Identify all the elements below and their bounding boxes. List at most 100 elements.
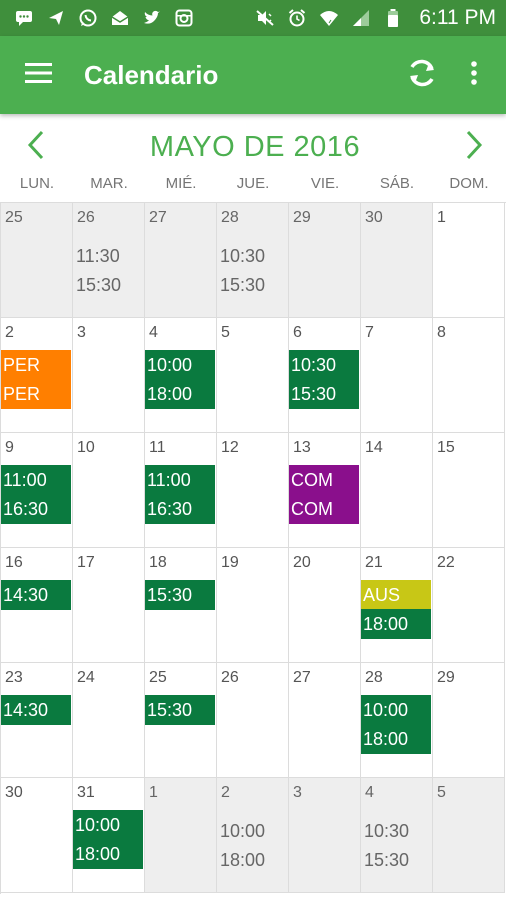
month-header: MAYO DE 2016 bbox=[0, 124, 506, 170]
day-number: 21 bbox=[365, 554, 383, 571]
calendar-day-cell[interactable]: 25 bbox=[1, 203, 73, 318]
calendar-day-cell[interactable]: 1 bbox=[145, 778, 217, 893]
event-chip[interactable]: 14:30 bbox=[1, 695, 71, 725]
calendar-day-cell[interactable]: 29 bbox=[289, 203, 361, 318]
calendar-day-cell[interactable]: 13 COM COM bbox=[289, 433, 361, 548]
shift-time: 10:00 bbox=[220, 821, 266, 841]
calendar-day-cell[interactable]: 21 AUS 18:00 bbox=[361, 548, 433, 663]
calendar-day-cell[interactable]: 30 bbox=[361, 203, 433, 318]
event-chip[interactable]: 18:00 bbox=[145, 379, 215, 409]
calendar-day-cell[interactable]: 19 bbox=[217, 548, 289, 663]
shift-time: 10:30 bbox=[220, 246, 266, 266]
calendar-day-cell[interactable]: 1 bbox=[433, 203, 505, 318]
day-number: 22 bbox=[437, 554, 455, 571]
day-number: 15 bbox=[437, 439, 455, 456]
calendar-day-cell[interactable]: 5 bbox=[217, 318, 289, 433]
event-chip[interactable]: 10:00 bbox=[145, 350, 215, 380]
calendar-day-cell[interactable]: 7 bbox=[361, 318, 433, 433]
event-chip[interactable]: 14:30 bbox=[1, 580, 71, 610]
system-icons: 6:11 PM bbox=[255, 6, 496, 30]
day-number: 13 bbox=[293, 439, 311, 456]
previous-month-button[interactable] bbox=[18, 124, 54, 170]
menu-button[interactable] bbox=[10, 36, 68, 114]
calendar-day-cell[interactable]: 18 15:30 bbox=[145, 548, 217, 663]
event-chip[interactable]: 16:30 bbox=[1, 494, 71, 524]
overflow-menu-button[interactable] bbox=[448, 36, 500, 114]
calendar-day-cell[interactable]: 28 10:30 15:30 bbox=[217, 203, 289, 318]
event-chip[interactable]: 18:00 bbox=[361, 724, 431, 754]
day-number: 25 bbox=[149, 669, 167, 686]
event-chip[interactable]: PER bbox=[1, 350, 71, 380]
calendar-day-cell[interactable]: 24 bbox=[73, 663, 145, 778]
calendar-day-cell[interactable]: 8 bbox=[433, 318, 505, 433]
event-chip[interactable]: 10:30 bbox=[289, 350, 359, 380]
calendar-day-cell[interactable]: 27 bbox=[289, 663, 361, 778]
calendar-day-cell[interactable]: 12 bbox=[217, 433, 289, 548]
event-chip[interactable]: 10:00 bbox=[73, 810, 143, 840]
calendar-day-cell[interactable]: 14 bbox=[361, 433, 433, 548]
calendar-day-cell[interactable]: 16 14:30 bbox=[1, 548, 73, 663]
event-chip[interactable]: COM bbox=[289, 494, 359, 524]
day-number: 26 bbox=[77, 209, 95, 226]
event-chip[interactable]: AUS bbox=[361, 580, 431, 610]
event-chip[interactable]: 18:00 bbox=[73, 839, 143, 869]
hamburger-menu-icon bbox=[24, 62, 54, 89]
calendar-day-cell[interactable]: 27 bbox=[145, 203, 217, 318]
calendar-day-cell[interactable]: 28 10:00 18:00 bbox=[361, 663, 433, 778]
calendar-day-cell[interactable]: 5 bbox=[433, 778, 505, 893]
calendar-day-cell[interactable]: 9 11:00 16:30 bbox=[1, 433, 73, 548]
day-number: 5 bbox=[221, 324, 230, 341]
day-number: 1 bbox=[437, 209, 446, 226]
page-title: Calendario bbox=[84, 59, 219, 90]
mail-icon bbox=[110, 8, 130, 28]
calendar-day-cell[interactable]: 15 bbox=[433, 433, 505, 548]
event-chip[interactable]: 10:00 bbox=[361, 695, 431, 725]
notification-icons bbox=[14, 8, 194, 28]
event-chip[interactable]: PER bbox=[1, 379, 71, 409]
refresh-button[interactable] bbox=[396, 36, 448, 114]
calendar-day-cell[interactable]: 29 bbox=[433, 663, 505, 778]
calendar-day-cell[interactable]: 3 bbox=[73, 318, 145, 433]
event-chip[interactable]: 15:30 bbox=[145, 695, 215, 725]
shift-time: 10:30 bbox=[364, 821, 410, 841]
calendar-day-cell[interactable]: 17 bbox=[73, 548, 145, 663]
chevron-right-icon bbox=[465, 130, 483, 165]
event-chip[interactable]: 11:00 bbox=[1, 465, 71, 495]
calendar-day-cell[interactable]: 20 bbox=[289, 548, 361, 663]
day-number: 4 bbox=[365, 784, 374, 801]
day-number: 6 bbox=[293, 324, 302, 341]
calendar-day-cell[interactable]: 22 bbox=[433, 548, 505, 663]
event-chip[interactable]: 16:30 bbox=[145, 494, 215, 524]
calendar-day-cell[interactable]: 6 10:30 15:30 bbox=[289, 318, 361, 433]
calendar-day-cell[interactable]: 30 bbox=[1, 778, 73, 893]
calendar-day-cell[interactable]: 3 bbox=[289, 778, 361, 893]
event-chip[interactable]: 11:00 bbox=[145, 465, 215, 495]
day-number: 17 bbox=[77, 554, 95, 571]
day-number: 4 bbox=[149, 324, 158, 341]
calendar-day-cell[interactable]: 2 10:00 18:00 bbox=[217, 778, 289, 893]
calendar-day-cell[interactable]: 31 10:00 18:00 bbox=[73, 778, 145, 893]
calendar-day-cell[interactable]: 10 bbox=[73, 433, 145, 548]
event-chip[interactable]: 15:30 bbox=[289, 379, 359, 409]
weekday-label: SÁB. bbox=[379, 175, 415, 192]
calendar-day-cell[interactable]: 25 15:30 bbox=[145, 663, 217, 778]
calendar-day-cell[interactable]: 23 14:30 bbox=[1, 663, 73, 778]
chevron-left-icon bbox=[27, 130, 45, 165]
calendar-day-cell[interactable]: 26 bbox=[217, 663, 289, 778]
refresh-icon bbox=[405, 56, 439, 95]
calendar-day-cell[interactable]: 26 11:30 15:30 bbox=[73, 203, 145, 318]
signal-icon bbox=[351, 8, 371, 28]
next-month-button[interactable] bbox=[456, 124, 492, 170]
calendar-day-cell[interactable]: 4 10:30 15:30 bbox=[361, 778, 433, 893]
event-chip[interactable]: 18:00 bbox=[361, 609, 431, 639]
day-number: 28 bbox=[221, 209, 239, 226]
calendar-day-cell[interactable]: 11 11:00 16:30 bbox=[145, 433, 217, 548]
shift-time: 11:30 bbox=[76, 246, 120, 266]
wifi-icon bbox=[319, 8, 339, 28]
month-title: MAYO DE 2016 bbox=[149, 130, 361, 163]
calendar-day-cell[interactable]: 4 10:00 18:00 bbox=[145, 318, 217, 433]
event-chip[interactable]: COM bbox=[289, 465, 359, 495]
calendar-day-cell[interactable]: 2 PER PER bbox=[1, 318, 73, 433]
day-number: 14 bbox=[365, 439, 383, 456]
event-chip[interactable]: 15:30 bbox=[145, 580, 215, 610]
